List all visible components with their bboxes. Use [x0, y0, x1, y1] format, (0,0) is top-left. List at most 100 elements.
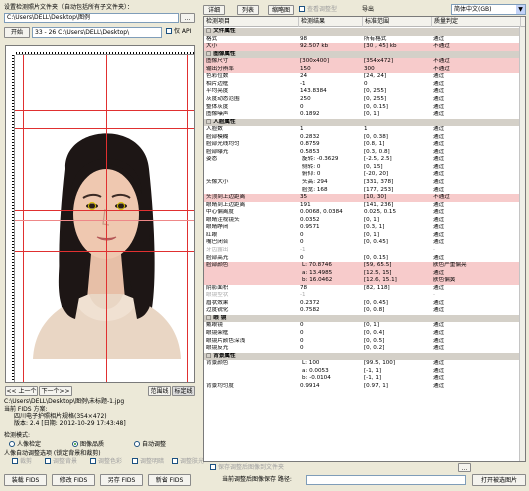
table-row[interactable]: [12.5, 15] 通过 a: 13.4985: [204, 269, 525, 278]
chevron-down-icon[interactable]: ▼: [516, 5, 525, 14]
table-row[interactable]: 头顶到上边距离 35 [10, 30] 不通过: [204, 194, 525, 202]
guide-line-head-top[interactable]: [15, 128, 194, 129]
guide-line-center-vertical[interactable]: [106, 55, 107, 382]
save-adjusted-check-box[interactable]: [210, 464, 216, 470]
table-row[interactable]: 嘴巴闭合 0 [0, 0.45] 通过: [204, 239, 525, 247]
table-row[interactable]: [177, 253] 通过 脸宽: 168: [204, 187, 525, 195]
save-folder-browse-button[interactable]: ...: [458, 463, 471, 472]
table-row[interactable]: 眼镜型状 -1 -: [204, 292, 525, 300]
table-row[interactable]: 大小 92.507 kb [30 , 45] kb 不通过: [204, 43, 525, 51]
table-row[interactable]: 输出分辨率 150 300 不通过: [204, 65, 525, 74]
check-box[interactable]: [45, 458, 51, 464]
table-row[interactable]: 中心偏离度 0.0068, 0.0384 0.025, 0.15 通过: [204, 209, 525, 217]
previous-button[interactable]: << 上一个: [5, 386, 38, 396]
save-path-field[interactable]: [306, 475, 466, 485]
table-row[interactable]: 脸部颜色 [59, 65.5] 肤色严重偏亮 L: 70.8746: [204, 262, 525, 270]
guide-line-vertical-right[interactable]: [187, 55, 188, 382]
photo-viewer[interactable]: [5, 45, 195, 383]
folder-path-field[interactable]: C:\Users\DELL\Desktop\图例: [4, 13, 179, 23]
mode-radio-auto[interactable]: [134, 441, 140, 447]
check-box[interactable]: [90, 458, 96, 464]
mode-radio-quality[interactable]: [72, 441, 78, 447]
table-section-row[interactable]: □ 背景属性: [204, 352, 525, 361]
table-row[interactable]: 戴眼镜 0 [0, 1] 通过: [204, 322, 525, 330]
list-button[interactable]: 列表: [237, 5, 259, 15]
table-section-row[interactable]: □ 文件属性: [204, 28, 525, 36]
language-select[interactable]: 简体中文(GB) ▼: [451, 4, 526, 15]
view-adjust-check-box[interactable]: [299, 6, 305, 12]
table-row[interactable]: 红眼 0 [0, 1] 通过: [204, 232, 525, 240]
mode-radio-portrait[interactable]: [9, 441, 15, 447]
column-header-item[interactable]: 检测项目: [204, 17, 299, 27]
option-background[interactable]: 调整背景: [45, 458, 77, 466]
table-row[interactable]: 脸部模糊 0.2832 [0, 0.38] 通过: [204, 134, 525, 142]
table-row[interactable]: [12.6, 15.1] 肤色偏黄 b: 16.0462: [204, 277, 525, 285]
range-line-button[interactable]: 范围线: [148, 386, 171, 396]
table-section-row[interactable]: □ 图像属性: [204, 50, 525, 59]
new-fids-button[interactable]: 新省 FIDS: [148, 474, 191, 486]
guide-line-mid-horizontal[interactable]: [15, 220, 194, 221]
check-box[interactable]: [172, 458, 178, 464]
vertical-scrollbar[interactable]: [519, 27, 525, 461]
save-adjusted-checkbox[interactable]: 保存调整后图像到文件夹: [210, 464, 284, 472]
open-selected-image-button[interactable]: 打开被选图片: [472, 474, 526, 486]
table-row[interactable]: 格式 98 所有格式 通过: [204, 36, 525, 44]
mode-option-portrait[interactable]: 人像检定: [9, 441, 41, 449]
table-row[interactable]: [-1, 1] 通过 b: -0.0104: [204, 375, 525, 383]
table-section-row[interactable]: □ 人脸属性: [204, 118, 525, 127]
save-as-fids-button[interactable]: 另存 FIDS: [100, 474, 143, 486]
table-row[interactable]: 头像大小 [331, 378] 通过 头高: 294: [204, 179, 525, 187]
load-fids-button[interactable]: 装载 FIDS: [4, 474, 47, 486]
next-button[interactable]: 下一个>>: [39, 386, 72, 396]
check-box[interactable]: [12, 458, 18, 464]
column-header-judgement[interactable]: 质量判定: [432, 17, 521, 27]
option-skin[interactable]: 调整肤光: [172, 458, 204, 466]
guide-line-vertical-left[interactable]: [23, 55, 24, 382]
table-row[interactable]: 背景均匀度 0.9914 [0.97, 1] 通过: [204, 383, 525, 391]
export-button[interactable]: 导出: [362, 6, 374, 14]
thumbnail-button[interactable]: 缩略图: [268, 5, 294, 15]
mark-line-button[interactable]: 标定线: [172, 386, 195, 396]
browse-folder-button[interactable]: ...: [180, 13, 195, 23]
table-row[interactable]: 眼镜架框 0 [0, 0.4] 通过: [204, 330, 525, 338]
table-row[interactable]: 眼睛到上边距离 191 [141, 236] 通过: [204, 202, 525, 210]
table-row[interactable]: 脸部曝光 0.5853 [0.3, 0.8] 通过: [204, 149, 525, 157]
table-row[interactable]: [0, 15] 通过 侧转: 0: [204, 164, 525, 172]
table-row[interactable]: 脸部光线均匀 0.8759 [0.8, 1] 通过: [204, 141, 525, 149]
table-row[interactable]: 人脸数 1 1 通过: [204, 126, 525, 134]
table-row[interactable]: [-20, 20] 通过 俯仰: 0: [204, 171, 525, 179]
view-adjust-checkbox[interactable]: 查看调整型: [299, 6, 337, 14]
guide-line-chin[interactable]: [15, 251, 194, 252]
table-row[interactable]: 整体灰度 0 [0, 0.15] 通过: [204, 104, 525, 112]
table-row[interactable]: 眼镜片颜色深浅 0 [0, 0.5] 通过: [204, 338, 525, 346]
option-crop[interactable]: 裁剪: [12, 458, 32, 466]
table-row[interactable]: 相片边框 -1 0 通过: [204, 81, 525, 89]
detail-button[interactable]: 详细: [203, 5, 225, 15]
start-button[interactable]: 开始: [4, 27, 30, 38]
table-row[interactable]: 眼睛注视镜头 0.0352 [0, 1] 通过: [204, 217, 525, 225]
modify-fids-button[interactable]: 修改 FIDS: [52, 474, 95, 486]
check-box[interactable]: [132, 458, 138, 464]
column-header-result[interactable]: 检测结果: [299, 17, 363, 27]
guide-line-top[interactable]: [15, 110, 194, 111]
mode-option-auto[interactable]: 自动调整: [134, 441, 166, 449]
option-color[interactable]: 调整色彩: [90, 458, 122, 466]
table-row[interactable]: 图像尺寸 [300x400] [354x472] 不通过: [204, 58, 525, 66]
table-row[interactable]: [-1, 1] 通过 a: 0.0053: [204, 368, 525, 376]
table-row[interactable]: 眼镜反光 0 [0, 0.2] 通过: [204, 345, 525, 353]
option-brightness[interactable]: 调整明暗: [132, 458, 164, 466]
table-row[interactable]: 平均亮度 143.8384 [0, 255] 通过: [204, 88, 525, 96]
table-row[interactable]: 图像噪声 0.1892 [0, 1] 通过: [204, 111, 525, 119]
table-row[interactable]: 牙齿露出 -1 -: [204, 247, 525, 255]
only-api-checkbox[interactable]: 仅 API: [166, 28, 191, 36]
table-section-row[interactable]: □ 眼 镜: [204, 314, 525, 323]
guide-line-eyes[interactable]: [15, 210, 194, 211]
table-row[interactable]: 眉状效果 0.2372 [0, 0.45] 通过: [204, 300, 525, 308]
only-api-check-box[interactable]: [166, 28, 172, 34]
table-row[interactable]: 阴影面积 78 [82, 118] 通过: [204, 285, 525, 293]
column-header-range[interactable]: 标准范围: [363, 17, 432, 27]
table-row[interactable]: 眼睛睁闭 0.9571 [0.3, 1] 通过: [204, 224, 525, 232]
table-row[interactable]: 姿态 [-2.5, 2.5] 通过 旋转: -0.3629: [204, 156, 525, 164]
table-row[interactable]: 灰度动态范围 250 [0, 255] 通过: [204, 96, 525, 104]
table-row[interactable]: 背景颜色 [99.5, 100] 通过 L: 100: [204, 360, 525, 368]
